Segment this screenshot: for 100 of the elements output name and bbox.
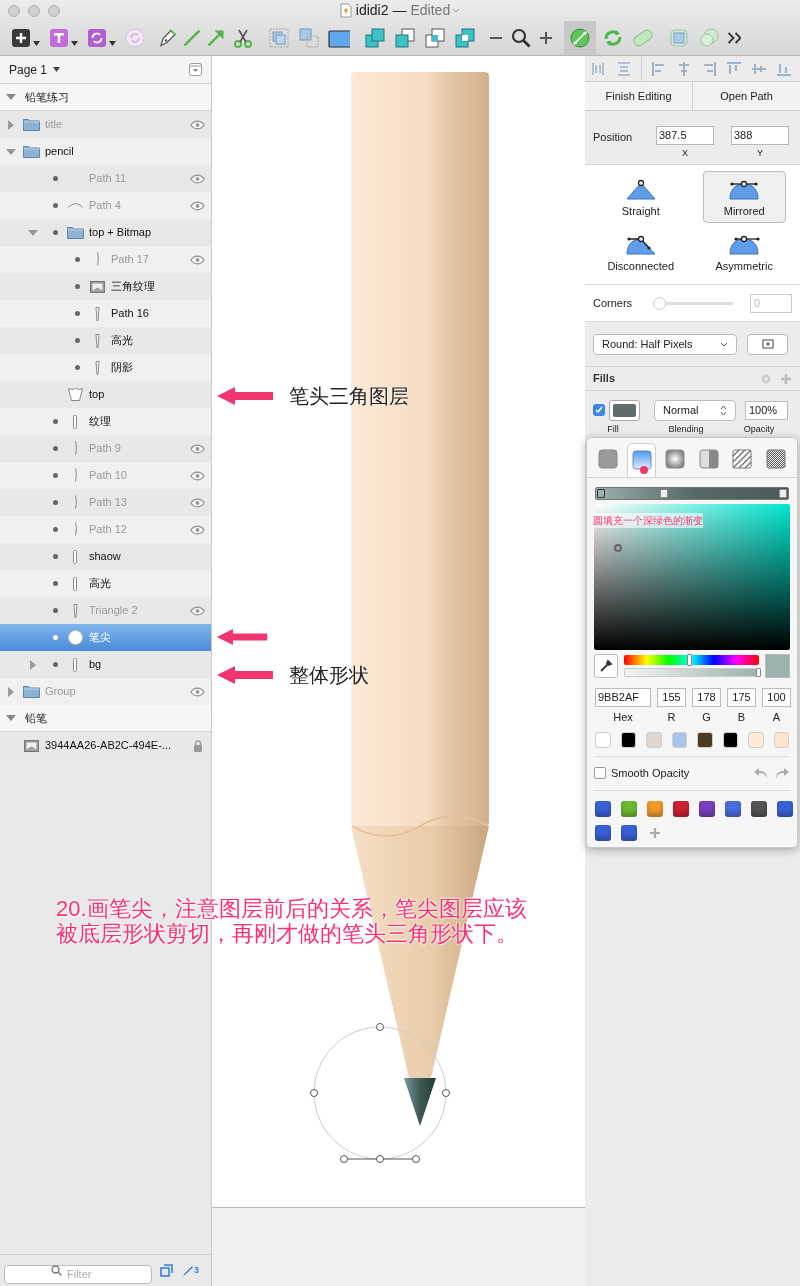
corners-field[interactable]: 0 [750, 293, 792, 313]
slider-thumb[interactable] [687, 654, 693, 666]
gradient-preset[interactable] [725, 800, 741, 817]
redo-icon[interactable] [774, 766, 790, 780]
slider-thumb[interactable] [653, 296, 666, 310]
point-type-button[interactable]: Disconnected [599, 226, 683, 278]
point-type-button[interactable]: Straight [599, 171, 683, 223]
eyedropper-button[interactable] [594, 654, 618, 678]
checkmark-icon [595, 406, 603, 414]
eye-icon[interactable] [190, 686, 205, 697]
gradient-preset[interactable] [621, 824, 637, 841]
layers-copy-icon[interactable] [160, 1264, 173, 1277]
gradient-stop[interactable] [597, 489, 605, 498]
point-type-button[interactable]: Mirrored [702, 171, 786, 223]
align-top-icon[interactable] [726, 60, 742, 77]
fill-type-tab[interactable] [626, 443, 657, 477]
window-close-button[interactable] [8, 5, 20, 17]
layer-row[interactable]: 纹理 [0, 408, 211, 435]
blending-dropdown[interactable]: Normal [654, 399, 736, 421]
eye-icon[interactable] [190, 605, 205, 616]
expand-arrow-icon[interactable] [28, 659, 38, 670]
gradient-stop[interactable] [779, 489, 787, 498]
layer-name: Path 12 [89, 522, 127, 538]
channel-field[interactable]: 100 [762, 688, 791, 707]
color-swatch[interactable] [773, 731, 789, 748]
intersect-icon [424, 27, 446, 49]
layer-row[interactable]: pencil [0, 138, 211, 165]
color-swatch[interactable] [620, 731, 636, 748]
channel-field[interactable]: 175 [727, 688, 756, 707]
add-icon[interactable] [780, 372, 792, 385]
eye-icon[interactable] [190, 443, 205, 454]
gradient-preset[interactable] [777, 800, 793, 817]
collapse-arrow-icon[interactable] [6, 92, 16, 102]
distribute-horizontal-icon[interactable] [591, 60, 607, 77]
gradient-stop[interactable] [660, 489, 668, 498]
color-swatch[interactable] [748, 731, 764, 748]
mask-icon [668, 27, 690, 49]
color-swatch[interactable] [595, 731, 611, 748]
smooth-opacity-checkbox[interactable] [594, 767, 606, 779]
gradient-preset[interactable] [595, 800, 611, 817]
layer-name: pencil [45, 144, 74, 160]
collapse-arrow-icon[interactable] [28, 227, 38, 238]
align-right-icon[interactable] [701, 60, 717, 77]
collapse-arrow-icon[interactable] [6, 713, 16, 723]
eye-icon[interactable] [190, 524, 205, 535]
layer-name: Path 16 [111, 306, 149, 322]
eye-icon[interactable] [190, 119, 205, 130]
open-path-button[interactable]: Open Path [693, 82, 800, 110]
opacity-field[interactable]: 100% [745, 400, 788, 420]
position-y-field[interactable]: 388 [731, 126, 789, 145]
gradient-preset[interactable] [673, 800, 689, 817]
window-zoom-button[interactable] [48, 5, 60, 17]
distribute-vertical-icon[interactable] [616, 60, 632, 77]
alpha-slider[interactable] [623, 668, 760, 677]
slider-thumb[interactable] [755, 668, 761, 677]
color-swatch[interactable] [671, 731, 687, 748]
layer-row[interactable]: Path 16 [0, 300, 211, 327]
edit-path-tool[interactable] [564, 21, 596, 55]
eye-icon[interactable] [190, 497, 205, 508]
lock-icon[interactable] [193, 739, 203, 752]
eye-icon[interactable] [190, 254, 205, 265]
page-section-row[interactable]: 铅笔练习 [0, 84, 211, 111]
gradient-preset[interactable] [751, 800, 767, 817]
finish-editing-button[interactable]: Finish Editing [585, 82, 693, 110]
bar-shape-icon [73, 657, 77, 672]
undo-icon[interactable] [753, 766, 769, 780]
color-swatch[interactable] [646, 731, 662, 748]
point-type-button[interactable]: Asymmetric [702, 226, 786, 278]
color-swatch[interactable] [697, 731, 713, 748]
color-field[interactable] [594, 504, 790, 650]
eye-icon[interactable] [190, 200, 205, 211]
hex-field[interactable]: 9BB2AF [595, 688, 651, 707]
hue-slider[interactable] [623, 655, 760, 665]
align-left-icon[interactable] [651, 60, 667, 77]
color-picker-handle[interactable] [614, 544, 622, 552]
document-status[interactable]: Edited [410, 0, 461, 21]
layer-row[interactable]: 阴影 [0, 354, 211, 381]
expand-arrow-icon[interactable] [6, 686, 16, 697]
channel-field[interactable]: 155 [657, 688, 686, 707]
channel-field[interactable]: 178 [692, 688, 721, 707]
gradient-preset[interactable] [699, 800, 715, 817]
filter-field[interactable]: Filter [4, 1264, 152, 1284]
rounding-dropdown[interactable]: Round: Half Pixels [593, 333, 737, 355]
position-x-field[interactable]: 387.5 [656, 126, 714, 145]
resize-frame-button[interactable] [747, 333, 788, 355]
eye-icon[interactable] [190, 173, 205, 184]
eye-icon[interactable] [190, 470, 205, 481]
collapse-arrow-icon[interactable] [6, 146, 16, 157]
align-center-icon[interactable] [676, 60, 692, 77]
window-minimize-button[interactable] [28, 5, 40, 17]
color-swatch[interactable] [722, 731, 738, 748]
gradient-bar[interactable] [595, 487, 789, 500]
triangle-icon [94, 306, 100, 321]
group-icon [268, 27, 290, 49]
gradient-preset[interactable] [595, 824, 611, 841]
page-section-row[interactable]: 铅笔 [0, 705, 211, 732]
fill-checkbox[interactable] [593, 404, 605, 416]
layer-row[interactable]: 高光 [0, 570, 211, 597]
page-menu[interactable]: Page 1 [9, 60, 61, 79]
expand-arrow-icon[interactable] [6, 119, 16, 130]
